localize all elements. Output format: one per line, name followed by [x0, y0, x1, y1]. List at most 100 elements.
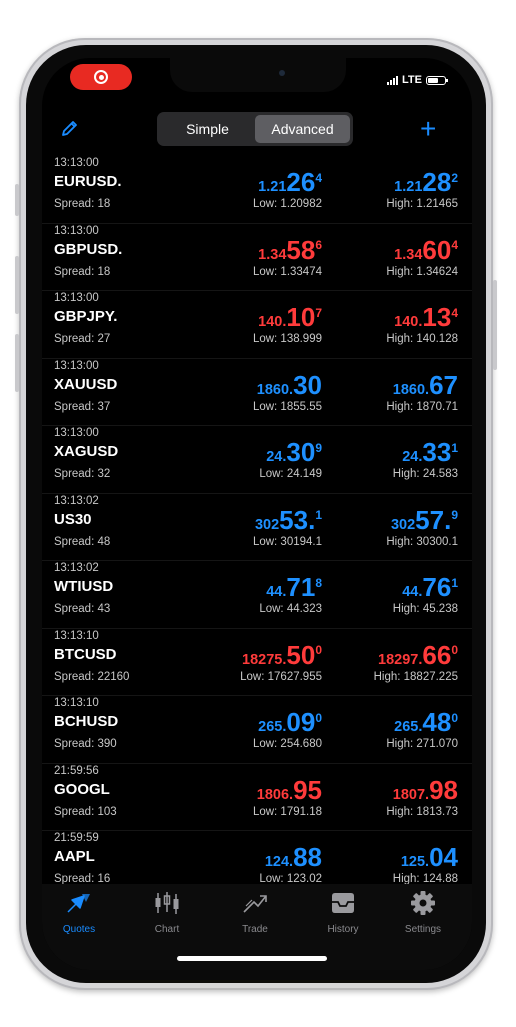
spread-value: Spread: 43: [54, 603, 111, 615]
bid-price-fraction: 7: [315, 305, 322, 320]
bid-price[interactable]: 24.309: [266, 438, 322, 466]
symbol-name: BCHUSD: [54, 713, 119, 730]
quote-row[interactable]: 13:13:02 US30 Spread: 48 30253.1 30257.9 Low:…: [42, 494, 472, 561]
symbol-name: GOOGL: [54, 780, 110, 798]
ask-price-prefix: 140.: [394, 314, 423, 330]
ask-price-pips: 60: [422, 234, 452, 265]
bid-price[interactable]: 30253.1: [255, 506, 322, 534]
tab-quotes[interactable]: Quotes: [44, 890, 114, 935]
segment-simple[interactable]: Simple: [160, 115, 255, 143]
bid-price[interactable]: 140.107: [258, 303, 322, 331]
ask-price-fraction: 2: [451, 170, 458, 185]
bid-price-pips: 30: [286, 437, 316, 467]
bid-price-prefix: 24.: [266, 449, 287, 465]
segment-advanced[interactable]: Advanced: [255, 115, 350, 143]
tab-history[interactable]: History: [308, 890, 378, 935]
ask-price-fraction: 1: [451, 575, 458, 590]
quotes-toolbar: Simple Advanced +: [42, 110, 472, 150]
ask-price[interactable]: 125.04: [401, 843, 458, 871]
ask-price[interactable]: 1.21282: [394, 168, 458, 196]
quote-row[interactable]: 13:13:10 BTCUSD Spread: 22160 18275.500 1829…: [42, 629, 472, 696]
edit-pencil-icon[interactable]: [60, 118, 80, 143]
quotes-icon: [67, 894, 90, 913]
daily-low: Low: 1.20982: [252, 198, 322, 210]
symbol-name: US30: [54, 510, 92, 528]
bid-price-fraction: 0: [315, 643, 322, 658]
tab-trade[interactable]: Trade: [220, 890, 290, 935]
add-symbol-button[interactable]: +: [420, 115, 436, 143]
screen-recording-indicator[interactable]: [70, 64, 132, 90]
symbol-name: GBPUSD.: [54, 240, 123, 258]
daily-high: High: 30300.1: [386, 535, 458, 548]
bid-price[interactable]: 18275.500: [242, 641, 322, 669]
signal-icon: [387, 75, 399, 85]
tab-label-trade: Trade: [242, 924, 268, 935]
quote-row[interactable]: 13:13:10 BCHUSD Spread: 390 265.090 265.480 L…: [42, 696, 472, 764]
symbol-name: EURUSD.: [54, 173, 122, 190]
ask-price[interactable]: 265.480: [394, 708, 458, 736]
ask-price-prefix: 1860.: [392, 381, 430, 398]
ask-price-pips: 57.: [415, 504, 452, 535]
ask-price[interactable]: 1860.67: [393, 371, 458, 399]
daily-low: Low: 254.680: [252, 738, 322, 750]
quote-row[interactable]: 13:13:00 XAGUSD Spread: 32 24.309 24.331 Low:…: [42, 426, 472, 494]
daily-low: Low: 44.323: [259, 603, 322, 615]
spread-value: Spread: 103: [54, 805, 117, 818]
daily-high: High: 140.128: [386, 333, 458, 345]
spread-value: Spread: 390: [54, 738, 117, 750]
quote-row[interactable]: 13:13:00 XAUUSD Spread: 37 1860.30 1860.67 Lo…: [42, 359, 472, 426]
bid-price[interactable]: 1.34586: [258, 236, 322, 264]
tab-label-settings: Settings: [404, 924, 442, 935]
ask-price-prefix: 125.: [400, 854, 430, 870]
bid-price[interactable]: 44.718: [266, 573, 322, 601]
bid-price-pips: 09: [286, 707, 316, 737]
bid-price-prefix: 124.: [264, 854, 294, 870]
spread-value: Spread: 32: [54, 468, 111, 480]
symbol-name: BTCUSD: [54, 645, 117, 663]
ask-price[interactable]: 44.761: [402, 573, 458, 601]
ask-price[interactable]: 1807.98: [393, 776, 458, 804]
ask-price[interactable]: 140.134: [394, 303, 458, 331]
bid-price-fraction: 0: [315, 710, 322, 725]
spread-value: Spread: 48: [54, 535, 111, 548]
quote-row[interactable]: 13:13:00 GBPUSD. Spread: 18 1.34586 1.34604 L…: [42, 224, 472, 291]
bid-price[interactable]: 124.88: [265, 843, 322, 871]
daily-high: High: 18827.225: [373, 670, 458, 683]
tab-settings[interactable]: Settings: [388, 890, 458, 935]
ask-price-prefix: 18297.: [378, 651, 423, 668]
ask-price[interactable]: 24.331: [402, 438, 458, 466]
bid-price[interactable]: 1860.30: [257, 371, 322, 399]
daily-high: High: 1813.73: [386, 805, 458, 818]
bid-price-pips: 30: [293, 369, 322, 400]
network-label: LTE: [402, 74, 422, 86]
quotes-list: 13:13:00 EURUSD. Spread: 18 1.21264 1.21282 L…: [42, 156, 472, 899]
quote-row[interactable]: 21:59:56 GOOGL Spread: 103 1806.95 1807.98 Lo…: [42, 764, 472, 831]
history-icon: [332, 893, 354, 913]
home-indicator[interactable]: [177, 956, 327, 961]
bid-price-prefix: 1.34: [258, 246, 287, 263]
quote-row[interactable]: 13:13:00 GBPJPY. Spread: 27 140.107 140.134 L…: [42, 291, 472, 359]
ask-price[interactable]: 18297.660: [378, 641, 458, 669]
bid-price-pips: 50: [286, 639, 316, 670]
bid-price[interactable]: 265.090: [258, 708, 322, 736]
status-bar-right: LTE: [387, 74, 448, 86]
ask-price[interactable]: 30257.9: [391, 506, 458, 534]
bid-price-fraction: 1: [315, 508, 322, 523]
bid-price[interactable]: 1.21264: [258, 168, 322, 196]
tab-chart[interactable]: Chart: [132, 890, 202, 935]
daily-high: High: 1870.71: [386, 400, 458, 413]
ask-price[interactable]: 1.34604: [394, 236, 458, 264]
quote-time: 13:13:02: [54, 494, 99, 507]
daily-high: High: 45.238: [392, 603, 458, 615]
ask-price-pips: 28: [422, 167, 452, 197]
ask-price-fraction: 0: [451, 710, 458, 725]
quote-time: 13:13:10: [54, 629, 99, 642]
bid-price[interactable]: 1806.95: [257, 776, 322, 804]
bid-price-pips: 10: [286, 302, 316, 332]
spread-value: Spread: 22160: [54, 670, 130, 683]
quote-row[interactable]: 13:13:02 WTIUSD Spread: 43 44.718 44.761 Low:…: [42, 561, 472, 629]
trade-icon: [243, 895, 267, 913]
spread-value: Spread: 18: [54, 265, 111, 278]
quote-row[interactable]: 13:13:00 EURUSD. Spread: 18 1.21264 1.21282 L…: [42, 156, 472, 224]
ask-price-pips: 66: [422, 639, 452, 670]
